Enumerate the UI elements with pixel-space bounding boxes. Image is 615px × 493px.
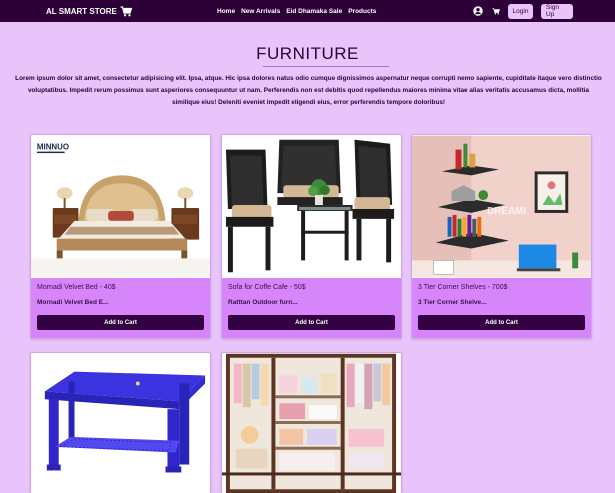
add-to-cart-button[interactable]: Add to Cart — [228, 315, 395, 330]
product-card: Sofa for Coffe Cafe - 50$ Ratttan Outdoo… — [221, 134, 402, 339]
nav-link-new-arrivals[interactable]: New Arrivals — [241, 8, 280, 15]
nav-link-eid-sale[interactable]: Eid Dhamaka Sale — [286, 8, 342, 15]
nav-actions: Login Sign Up — [473, 0, 573, 22]
navbar: AL SMART STORE Home New Arrivals Eid Dha… — [0, 0, 615, 22]
product-card — [30, 352, 211, 493]
product-description: Ratttan Outdoor furn... — [228, 299, 298, 306]
product-name[interactable]: 3 Tier Corner Shelves - 700$ — [418, 284, 585, 294]
product-name[interactable]: Mornadi Velvet Bed - 40$ — [37, 284, 204, 294]
product-card: MINNUO Mornadi Velvet Bed - 40$ Mornadi … — [30, 134, 211, 339]
add-to-cart-button[interactable]: Add to Cart — [418, 315, 585, 330]
login-button[interactable]: Login — [508, 3, 533, 19]
product-description: 3 Tier Corner Shelve... — [418, 299, 487, 306]
cart-icon[interactable] — [120, 5, 132, 17]
product-image-sofa[interactable] — [222, 135, 401, 278]
product-card: DREAMI 3 Tier Corner Shelves - 700$ 3 Ti… — [411, 134, 592, 339]
nav-link-products[interactable]: Products — [348, 8, 376, 15]
intro-text: Lorem ipsum dolor sit amet, consectetur … — [15, 75, 602, 106]
product-image-shelves[interactable]: DREAMI — [412, 135, 591, 278]
brand[interactable]: AL SMART STORE — [46, 0, 132, 22]
card-body: Sofa for Coffe Cafe - 50$ Ratttan Outdoo… — [222, 284, 401, 330]
product-description: Mornadi Velvet Bed E... — [37, 299, 109, 306]
image-watermark: DREAMI — [487, 206, 526, 217]
user-icon[interactable] — [473, 6, 483, 16]
product-image-table[interactable] — [31, 353, 210, 493]
brand-logo: MINNUO — [37, 143, 69, 152]
nav-link-home[interactable]: Home — [217, 8, 235, 15]
page-title: FURNITURE — [256, 44, 359, 63]
product-image-wardrobe[interactable] — [222, 353, 401, 493]
card-body: Mornadi Velvet Bed - 40$ Mornadi Velvet … — [31, 284, 210, 330]
signup-button[interactable]: Sign Up — [541, 3, 573, 19]
title-divider — [263, 66, 389, 67]
product-name[interactable]: Sofa for Coffe Cafe - 50$ — [228, 284, 395, 294]
cart-icon-small[interactable] — [492, 7, 500, 15]
product-image-bed[interactable]: MINNUO — [31, 135, 210, 278]
card-body: 3 Tier Corner Shelves - 700$ 3 Tier Corn… — [412, 284, 591, 330]
add-to-cart-button[interactable]: Add to Cart — [37, 315, 204, 330]
brand-name[interactable]: AL SMART STORE — [46, 7, 117, 16]
nav-links: Home New Arrivals Eid Dhamaka Sale Produ… — [217, 0, 376, 22]
product-card — [221, 352, 402, 493]
